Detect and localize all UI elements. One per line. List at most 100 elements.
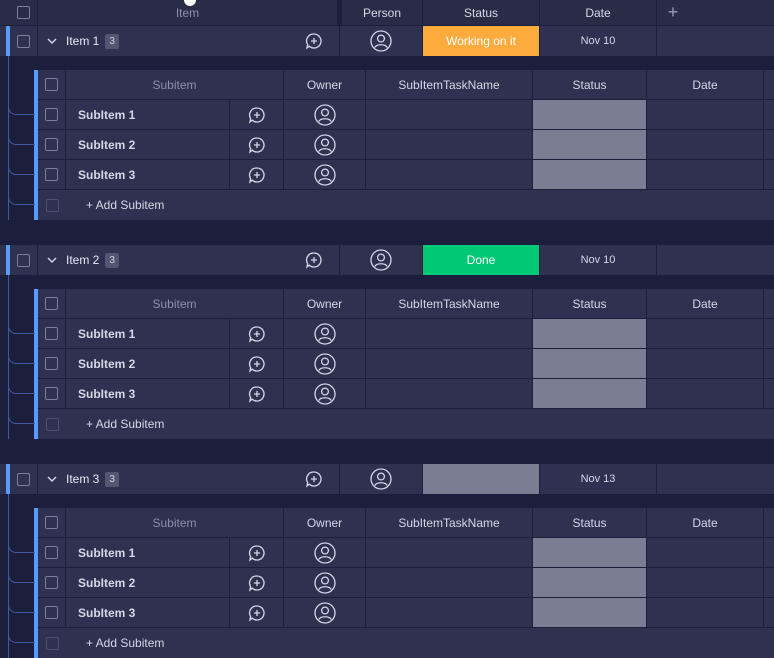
subitem-date-cell[interactable] xyxy=(647,349,764,378)
subitem-updates-button[interactable] xyxy=(230,100,284,129)
subitem-name-cell[interactable]: SubItem 1 xyxy=(66,538,230,567)
item-name-cell[interactable]: Item 2 3 xyxy=(38,245,288,275)
subitem-status-cell[interactable] xyxy=(533,130,647,159)
subitem-name-cell[interactable]: SubItem 3 xyxy=(66,160,230,189)
subitem-row[interactable]: SubItem 2 xyxy=(38,568,774,598)
item-date-cell[interactable]: Nov 10 xyxy=(540,245,657,275)
item-checkbox[interactable] xyxy=(17,472,30,486)
subitem-updates-button[interactable] xyxy=(230,379,284,408)
subitem-owner-cell[interactable] xyxy=(284,349,366,378)
subdate-column-header[interactable]: Date xyxy=(647,289,764,318)
subitem-checkbox-cell[interactable] xyxy=(38,349,66,378)
subitem-owner-cell[interactable] xyxy=(284,568,366,597)
add-subitem-row[interactable]: + Add Subitem xyxy=(38,190,774,220)
subitem-column-header[interactable]: Subitem xyxy=(66,70,284,99)
taskname-column-header[interactable]: SubItemTaskName xyxy=(366,70,533,99)
subitem-checkbox-cell[interactable] xyxy=(38,598,66,627)
add-subitem-button[interactable]: + Add Subitem xyxy=(86,198,164,212)
add-subitem-row[interactable]: + Add Subitem xyxy=(38,409,774,439)
subitem-date-cell[interactable] xyxy=(647,319,764,348)
subitem-status-cell[interactable] xyxy=(533,319,647,348)
subitem-row[interactable]: SubItem 2 xyxy=(38,349,774,379)
subdate-column-header[interactable]: Date xyxy=(647,70,764,99)
subitem-taskname-cell[interactable] xyxy=(366,349,533,378)
subitem-taskname-cell[interactable] xyxy=(366,319,533,348)
subitem-status-cell[interactable] xyxy=(533,100,647,129)
item-row[interactable]: Item 1 3 Working on it Nov 10 xyxy=(0,26,774,56)
subitem-owner-cell[interactable] xyxy=(284,319,366,348)
item-person-cell[interactable] xyxy=(340,464,423,494)
subitem-checkbox[interactable] xyxy=(45,108,58,121)
subitem-row[interactable]: SubItem 1 xyxy=(38,100,774,130)
item-status-cell[interactable]: Working on it xyxy=(423,26,540,56)
subitem-name-cell[interactable]: SubItem 1 xyxy=(66,319,230,348)
item-updates-button[interactable] xyxy=(288,26,340,56)
subitem-owner-cell[interactable] xyxy=(284,598,366,627)
item-person-cell[interactable] xyxy=(340,245,423,275)
person-column-header[interactable]: Person xyxy=(342,0,423,25)
taskname-column-header[interactable]: SubItemTaskName xyxy=(366,289,533,318)
owner-column-header[interactable]: Owner xyxy=(284,70,366,99)
item-status-cell[interactable]: Done xyxy=(423,245,540,275)
item-person-cell[interactable] xyxy=(340,26,423,56)
item-status-cell[interactable] xyxy=(423,464,540,494)
subitem-name-cell[interactable]: SubItem 2 xyxy=(66,130,230,159)
subitem-updates-button[interactable] xyxy=(230,568,284,597)
subitem-taskname-cell[interactable] xyxy=(366,598,533,627)
item-checkbox-cell[interactable] xyxy=(10,26,38,56)
subitem-date-cell[interactable] xyxy=(647,379,764,408)
chevron-down-icon[interactable] xyxy=(38,257,66,264)
subitems-select-all-cell[interactable] xyxy=(38,289,66,318)
add-subitem-button[interactable]: + Add Subitem xyxy=(86,636,164,650)
subitem-checkbox[interactable] xyxy=(45,357,58,370)
date-column-header[interactable]: Date xyxy=(540,0,657,25)
subitem-checkbox-cell[interactable] xyxy=(38,538,66,567)
add-subitem-button[interactable]: + Add Subitem xyxy=(86,417,164,431)
subitem-checkbox[interactable] xyxy=(45,546,58,559)
subitem-updates-button[interactable] xyxy=(230,130,284,159)
subitem-name-cell[interactable]: SubItem 3 xyxy=(66,598,230,627)
substatus-column-header[interactable]: Status xyxy=(533,289,647,318)
subitem-updates-button[interactable] xyxy=(230,598,284,627)
subitem-owner-cell[interactable] xyxy=(284,130,366,159)
subitem-row[interactable]: SubItem 3 xyxy=(38,598,774,628)
subitem-checkbox-cell[interactable] xyxy=(38,319,66,348)
subitem-date-cell[interactable] xyxy=(647,598,764,627)
subitem-taskname-cell[interactable] xyxy=(366,130,533,159)
select-all-checkbox[interactable] xyxy=(17,6,30,19)
subitem-checkbox[interactable] xyxy=(45,168,58,181)
substatus-column-header[interactable]: Status xyxy=(533,70,647,99)
subitem-owner-cell[interactable] xyxy=(284,538,366,567)
subitem-row[interactable]: SubItem 1 xyxy=(38,538,774,568)
subitem-column-header[interactable]: Subitem xyxy=(66,289,284,318)
subitem-status-cell[interactable] xyxy=(533,538,647,567)
subitems-select-all-checkbox[interactable] xyxy=(45,78,58,91)
add-column-button[interactable]: + xyxy=(657,0,689,25)
subitem-updates-button[interactable] xyxy=(230,319,284,348)
item-updates-button[interactable] xyxy=(288,245,340,275)
subitem-updates-button[interactable] xyxy=(230,538,284,567)
subitems-select-all-cell[interactable] xyxy=(38,508,66,537)
subitem-row[interactable]: SubItem 3 xyxy=(38,379,774,409)
item-name-cell[interactable]: Item 1 3 xyxy=(38,26,288,56)
item-date-cell[interactable]: Nov 10 xyxy=(540,26,657,56)
item-row[interactable]: Item 3 3 Nov 13 xyxy=(0,464,774,494)
subitem-status-cell[interactable] xyxy=(533,379,647,408)
subdate-column-header[interactable]: Date xyxy=(647,508,764,537)
substatus-column-header[interactable]: Status xyxy=(533,508,647,537)
subitem-date-cell[interactable] xyxy=(647,130,764,159)
subitem-updates-button[interactable] xyxy=(230,349,284,378)
subitem-status-cell[interactable] xyxy=(533,568,647,597)
select-all-checkbox-cell[interactable] xyxy=(10,0,38,25)
subitem-name-cell[interactable]: SubItem 3 xyxy=(66,379,230,408)
item-name-cell[interactable]: Item 3 3 xyxy=(38,464,288,494)
subitem-column-header[interactable]: Subitem xyxy=(66,508,284,537)
subitem-name-cell[interactable]: SubItem 2 xyxy=(66,349,230,378)
subitem-checkbox[interactable] xyxy=(45,138,58,151)
subitem-taskname-cell[interactable] xyxy=(366,568,533,597)
subitem-owner-cell[interactable] xyxy=(284,100,366,129)
subitem-updates-button[interactable] xyxy=(230,160,284,189)
subitem-name-cell[interactable]: SubItem 2 xyxy=(66,568,230,597)
item-updates-button[interactable] xyxy=(288,464,340,494)
subitem-status-cell[interactable] xyxy=(533,160,647,189)
